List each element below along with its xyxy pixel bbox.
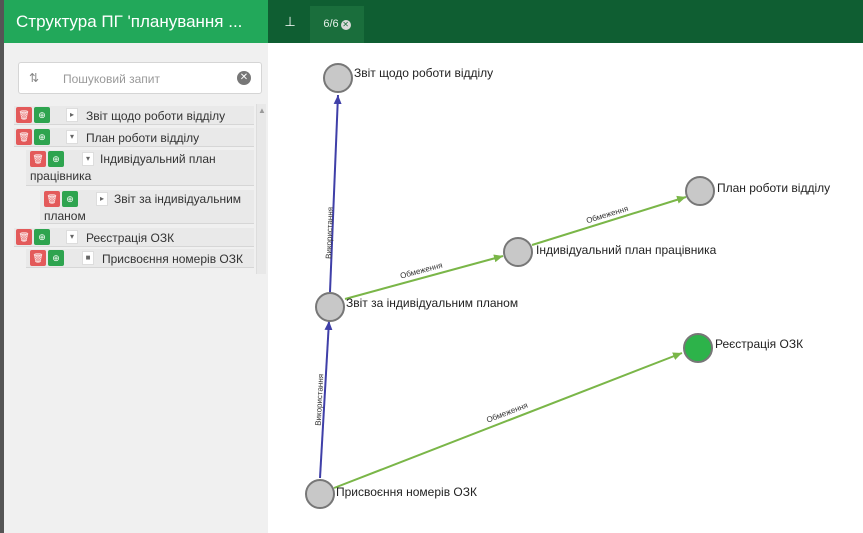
add-icon[interactable]: ⊕: [34, 107, 50, 123]
tree-item-label-line1: Звіт за індивідуальним: [114, 192, 242, 206]
tree-item[interactable]: 🗑 ⊕ ▾ Реєстрація ОЗК: [14, 228, 254, 247]
tree-item-label: Звіт щодо роботи відділу: [86, 109, 226, 123]
graph-panel: ⊥ 6/6 ✕ Використання Використання Обмеже…: [268, 0, 863, 533]
graph-node-circle[interactable]: [685, 176, 715, 206]
delete-icon[interactable]: 🗑: [16, 229, 32, 245]
add-icon[interactable]: ⊕: [34, 229, 50, 245]
expand-icon[interactable]: ▸: [66, 108, 78, 122]
delete-icon[interactable]: 🗑: [16, 129, 32, 145]
leaf-icon: ■: [82, 251, 94, 265]
edge-limit-upper[interactable]: [344, 254, 504, 300]
sort-icon[interactable]: ⇅: [29, 71, 39, 85]
tree-item-label: Присвоєння номерів ОЗК: [102, 252, 243, 266]
graph-node-label: Присвоєння номерів ОЗК: [336, 485, 477, 499]
graph-node-circle[interactable]: [323, 63, 353, 93]
collapse-icon[interactable]: ▾: [66, 230, 78, 244]
graph-node-label: План роботи відділу: [717, 181, 830, 195]
delete-icon[interactable]: 🗑: [16, 107, 32, 123]
edge-label-use-upper: Використання: [324, 207, 335, 259]
search-input[interactable]: [63, 69, 233, 89]
delete-icon[interactable]: 🗑: [30, 250, 46, 266]
delete-icon[interactable]: 🗑: [44, 191, 60, 207]
graph-node-circle[interactable]: [683, 333, 713, 363]
tree-item-label: Реєстрація ОЗК: [86, 231, 175, 245]
app-window: Структура ПГ 'планування ... ⇅ ✕ 🗑 ⊕ ▸ З…: [0, 0, 863, 533]
graph-node-circle[interactable]: [503, 237, 533, 267]
tree-item-label: План роботи відділу: [86, 131, 200, 145]
tree: 🗑 ⊕ ▸ Звіт щодо роботи відділу 🗑 ⊕ ▾ Пла…: [14, 104, 266, 533]
tree-item[interactable]: 🗑 ⊕ ▸ Звіт щодо роботи відділу: [14, 106, 254, 125]
tree-layout-icon[interactable]: ⊥: [282, 14, 298, 30]
add-icon[interactable]: ⊕: [48, 250, 64, 266]
add-icon[interactable]: ⊕: [62, 191, 78, 207]
expand-icon[interactable]: ▸: [96, 192, 108, 206]
tree-item-label-line2: планом: [44, 209, 86, 223]
delete-icon[interactable]: 🗑: [30, 151, 46, 167]
sidebar-title: Структура ПГ 'планування ...: [4, 0, 272, 43]
graph-canvas[interactable]: Використання Використання Обмеження Обме…: [268, 43, 863, 533]
sidebar-scrollbar[interactable]: ▲: [256, 104, 266, 274]
graph-node-label: Індивідуальний план працівника: [536, 243, 717, 257]
add-icon[interactable]: ⊕: [48, 151, 64, 167]
edge-limit-lower[interactable]: [333, 352, 683, 489]
graph-node-circle[interactable]: [315, 292, 345, 322]
sidebar: Структура ПГ 'планування ... ⇅ ✕ 🗑 ⊕ ▸ З…: [0, 0, 272, 533]
edge-use-upper[interactable]: [329, 94, 342, 293]
graph-node-label: Звіт щодо роботи відділу: [354, 66, 493, 80]
tab-close-icon[interactable]: ✕: [340, 20, 351, 30]
tree-item[interactable]: 🗑 ⊕ ▾ Індивідуальний план працівника: [26, 150, 254, 186]
tree-item-label-line1: Індивідуальний план: [100, 152, 216, 166]
clear-icon[interactable]: ✕: [237, 71, 251, 85]
graph-node-label: Звіт за індивідуальним планом: [346, 296, 518, 310]
tree-item[interactable]: 🗑 ⊕ ■ Присвоєння номерів ОЗК: [26, 249, 254, 268]
graph-toolbar: ⊥ 6/6 ✕: [268, 0, 863, 43]
tree-item-label-line2: працівника: [30, 169, 92, 183]
scroll-up-icon[interactable]: ▲: [258, 106, 266, 115]
graph-node-label: Реєстрація ОЗК: [715, 337, 803, 351]
collapse-icon[interactable]: ▾: [66, 130, 78, 144]
graph-node-circle[interactable]: [305, 479, 335, 509]
search-box: ⇅ ✕: [18, 62, 262, 94]
collapse-icon[interactable]: ▾: [82, 152, 94, 166]
tab-label: 6/6: [323, 18, 339, 30]
tree-item[interactable]: 🗑 ⊕ ▾ План роботи відділу: [14, 128, 254, 147]
tree-item[interactable]: 🗑 ⊕ ▸ Звіт за індивідуальним планом: [40, 190, 254, 224]
edge-limit-mid[interactable]: [531, 195, 687, 246]
tab-graph[interactable]: 6/6 ✕: [310, 6, 364, 43]
add-icon[interactable]: ⊕: [34, 129, 50, 145]
